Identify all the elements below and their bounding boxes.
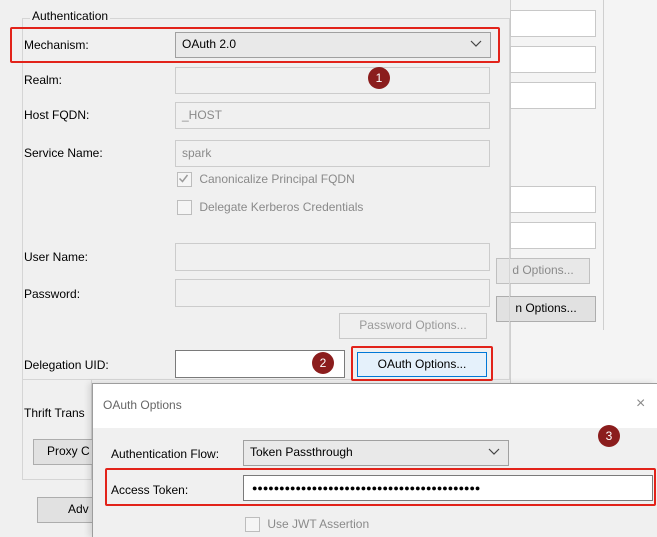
background-divider-2 — [603, 0, 604, 330]
user-name-label: User Name: — [24, 250, 89, 264]
realm-label: Realm: — [24, 73, 63, 87]
authentication-group-title: Authentication — [30, 9, 111, 23]
chevron-down-icon — [488, 444, 500, 461]
background-options-button-2[interactable]: n Options... — [496, 296, 596, 322]
close-icon[interactable]: × — [636, 395, 645, 413]
access-token-highlight-box — [105, 468, 656, 506]
delegate-kerberos-checkbox — [177, 200, 192, 216]
background-options-button-1: d Options... — [496, 258, 590, 284]
background-options-button-1-label: d Options... — [512, 263, 574, 277]
user-name-field — [175, 243, 490, 271]
background-field-5 — [510, 222, 596, 249]
password-options-button: Password Options... — [339, 313, 487, 339]
delegation-uid-label: Delegation UID: — [24, 358, 109, 372]
service-name-label: Service Name: — [24, 146, 103, 160]
authentication-flow-label: Authentication Flow: — [111, 447, 220, 461]
oauth-dialog-title: OAuth Options — [103, 398, 182, 412]
use-jwt-checkbox — [245, 517, 260, 533]
canonicalize-checkbox-row: Canonicalize Principal FQDN — [177, 172, 355, 188]
service-name-field: spark — [175, 140, 490, 167]
oauth-options-dialog: OAuth Options × Authentication Flow: Tok… — [92, 383, 657, 537]
host-fqdn-field: _HOST — [175, 102, 490, 129]
authentication-group-lower — [22, 380, 92, 480]
background-field-4 — [510, 186, 596, 213]
delegate-kerberos-checkbox-row: Delegate Kerberos Credentials — [177, 200, 364, 216]
use-jwt-label: Use JWT Assertion — [267, 517, 370, 531]
callout-2-badge: 2 — [312, 352, 334, 374]
callout-1-badge: 1 — [368, 67, 390, 89]
delegate-kerberos-label: Delegate Kerberos Credentials — [199, 200, 364, 214]
background-field-2 — [510, 46, 596, 73]
password-label: Password: — [24, 287, 81, 301]
canonicalize-checkbox — [177, 172, 192, 188]
realm-field — [175, 67, 490, 94]
callout-3-badge: 3 — [598, 425, 620, 447]
authentication-flow-value: Token Passthrough — [250, 445, 353, 459]
background-field-3 — [510, 82, 596, 109]
authentication-flow-select[interactable]: Token Passthrough — [243, 440, 509, 466]
thrift-transport-label: Thrift Trans — [24, 406, 85, 420]
oauth-options-highlight-box — [351, 346, 493, 381]
use-jwt-checkbox-row: Use JWT Assertion — [245, 517, 370, 533]
password-field — [175, 279, 490, 307]
background-field-1 — [510, 10, 596, 37]
host-fqdn-label: Host FQDN: — [24, 108, 90, 122]
background-options-button-2-label: n Options... — [515, 301, 577, 315]
canonicalize-label: Canonicalize Principal FQDN — [199, 172, 355, 186]
mechanism-highlight-box — [10, 27, 500, 63]
